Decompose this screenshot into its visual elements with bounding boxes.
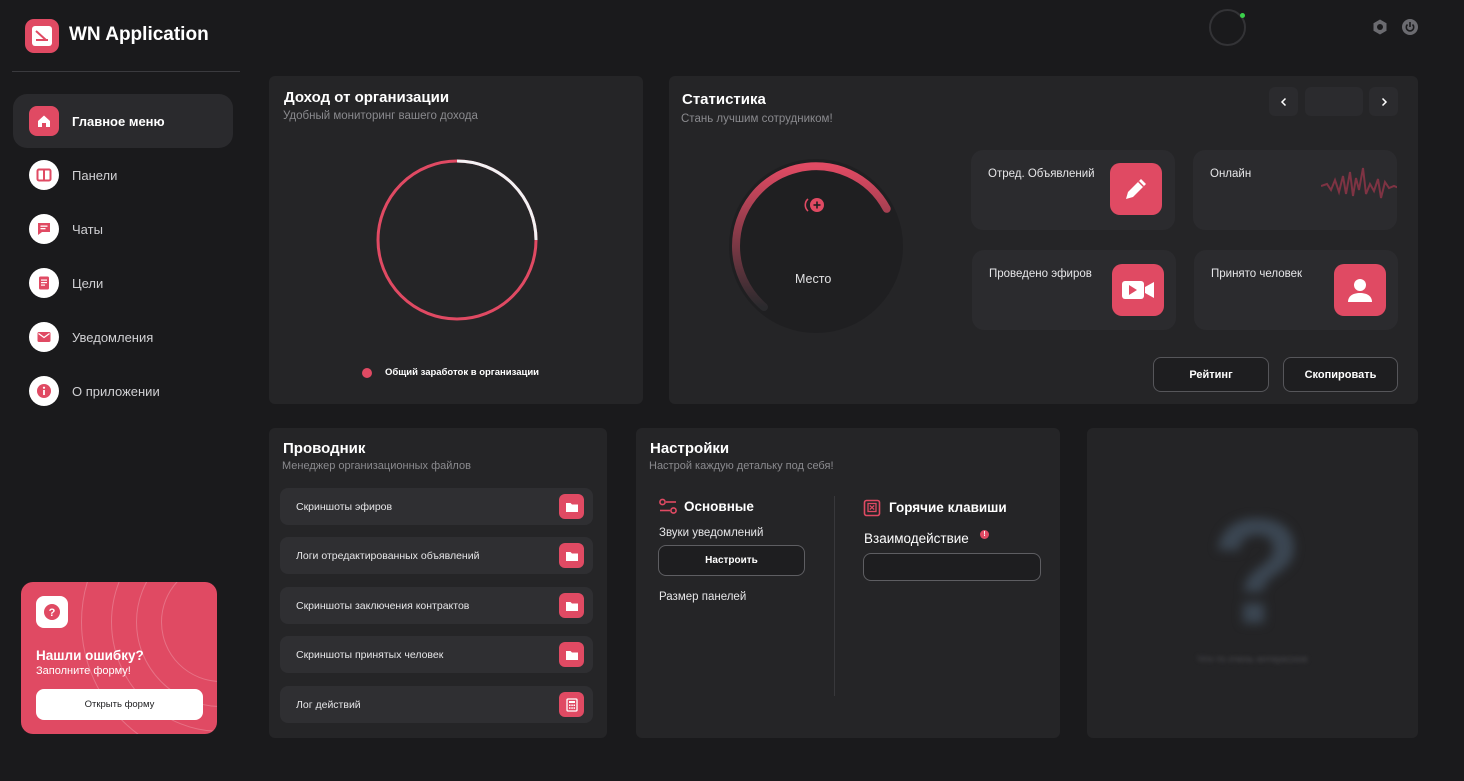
place-label: Место xyxy=(795,272,832,286)
notification-sounds-label: Звуки уведомлений xyxy=(659,527,764,539)
question-mark-icon: ? xyxy=(1211,487,1303,655)
bug-report-subtitle: Заполните форму! xyxy=(36,665,131,677)
folder-icon xyxy=(559,494,584,519)
hotkey-input[interactable] xyxy=(863,553,1041,581)
sidebar-item-label: Чаты xyxy=(72,221,103,237)
home-icon xyxy=(29,106,59,136)
tile-label: Принято человек xyxy=(1211,268,1303,280)
statistics-title: Статистика xyxy=(682,91,766,108)
legend-dot xyxy=(362,368,372,378)
online-tile: Онлайн xyxy=(1193,150,1397,230)
sidebar-item-label: Панели xyxy=(72,167,118,183)
sliders-icon xyxy=(659,498,677,514)
file-item-contract-screenshots[interactable]: Скриншоты заключения контрактов xyxy=(280,587,593,624)
settings-card xyxy=(636,428,1060,738)
online-status-indicator xyxy=(1240,13,1245,18)
folder-icon xyxy=(559,543,584,568)
info-icon: ! xyxy=(980,530,989,539)
file-item-label: Лог действий xyxy=(296,698,361,711)
svg-text:?: ? xyxy=(49,607,56,619)
sidebar-item-label: О приложении xyxy=(72,383,160,399)
panel-size-label: Размер панелей xyxy=(659,591,747,603)
hotkeys-title: Горячие клавиши xyxy=(889,500,1007,515)
video-icon xyxy=(1112,264,1164,316)
chevron-right-icon xyxy=(1381,97,1387,106)
file-item-label: Логи отредактированных объявлений xyxy=(296,549,480,562)
broadcasts-tile: Проведено эфиров xyxy=(972,250,1176,330)
income-gauge-arc xyxy=(456,159,538,241)
open-form-button[interactable]: Открыть форму xyxy=(36,689,203,720)
tile-label: Отред. Объявлений xyxy=(988,168,1095,180)
folder-icon xyxy=(559,642,584,667)
rating-button[interactable]: Рейтинг xyxy=(1153,357,1269,392)
user-icon xyxy=(1334,264,1386,316)
chevron-left-icon xyxy=(1280,97,1286,106)
file-item-edited-ads-logs[interactable]: Логи отредактированных объявлений xyxy=(280,537,593,574)
income-title: Доход от организации xyxy=(284,89,450,106)
edited-ads-tile: Отред. Объявлений xyxy=(971,150,1175,230)
info-icon xyxy=(29,376,59,406)
bug-report-title: Нашли ошибку? xyxy=(36,648,144,663)
app-title: WN Application xyxy=(69,24,209,45)
file-item-hired-screenshots[interactable]: Скриншоты принятых человек xyxy=(280,636,593,673)
settings-divider xyxy=(834,496,835,696)
income-subtitle: Удобный мониторинг вашего дохода xyxy=(283,110,478,122)
pencil-icon xyxy=(1110,163,1162,215)
sidebar-item-label: Главное меню xyxy=(72,113,165,129)
goals-icon xyxy=(29,268,59,298)
place-gauge-disc xyxy=(729,159,903,333)
sidebar-item-main-menu[interactable]: Главное меню xyxy=(13,94,233,148)
tile-label: Проведено эфиров xyxy=(989,268,1092,280)
question-icon: ? xyxy=(36,596,68,628)
settings-icon[interactable] xyxy=(1371,18,1389,36)
mail-icon xyxy=(29,322,59,352)
sidebar-item-goals[interactable]: Цели xyxy=(13,256,233,310)
file-item-label: Скриншоты принятых человек xyxy=(296,648,444,661)
settings-title: Настройки xyxy=(650,440,730,457)
file-item-label: Скриншоты заключения контрактов xyxy=(296,599,470,612)
prev-button[interactable] xyxy=(1269,87,1298,116)
basic-settings-title: Основные xyxy=(684,499,754,514)
sidebar-item-panels[interactable]: Панели xyxy=(13,148,233,202)
activity-wave-icon xyxy=(1321,167,1397,199)
explorer-subtitle: Менеджер организационных файлов xyxy=(282,460,471,472)
legend-label: Общий заработок в организации xyxy=(385,367,540,378)
panels-icon xyxy=(29,160,59,190)
period-indicator xyxy=(1305,87,1363,116)
settings-subtitle: Настрой каждую детальку под себя! xyxy=(649,460,834,472)
app-logo xyxy=(25,19,59,53)
next-button[interactable] xyxy=(1369,87,1398,116)
file-item-broadcast-screenshots[interactable]: Скриншоты эфиров xyxy=(280,488,593,525)
explorer-title: Проводник xyxy=(283,440,366,457)
income-gauge xyxy=(376,159,538,321)
sidebar-divider xyxy=(12,71,240,72)
keyboard-icon xyxy=(863,499,881,517)
bug-report-card: ? Нашли ошибку? Заполните форму! Открыть… xyxy=(21,582,217,734)
copy-button[interactable]: Скопировать xyxy=(1283,357,1398,392)
sidebar-item-about[interactable]: О приложении xyxy=(13,364,233,418)
mystery-card: ? Что-то очень интересное xyxy=(1087,428,1418,738)
sidebar-item-label: Цели xyxy=(72,275,104,291)
sidebar-item-notifications[interactable]: Уведомления xyxy=(13,310,233,364)
place-gauge xyxy=(729,159,903,333)
file-item-label: Скриншоты эфиров xyxy=(296,500,393,513)
tile-label: Онлайн xyxy=(1210,168,1252,180)
mystery-text: Что-то очень интересное xyxy=(1197,654,1308,665)
statistics-subtitle: Стань лучшим сотрудником! xyxy=(681,113,833,125)
sidebar-item-label: Уведомления xyxy=(72,329,154,345)
chat-icon xyxy=(29,214,59,244)
sidebar-item-chats[interactable]: Чаты xyxy=(13,202,233,256)
power-icon[interactable] xyxy=(1401,18,1419,36)
configure-sounds-button[interactable]: Настроить xyxy=(658,545,805,576)
file-item-action-log[interactable]: Лог действий xyxy=(280,686,593,723)
calculator-icon xyxy=(559,692,584,717)
folder-icon xyxy=(559,593,584,618)
hired-people-tile: Принято человек xyxy=(1194,250,1398,330)
interaction-label: Взаимодействие xyxy=(864,531,969,546)
